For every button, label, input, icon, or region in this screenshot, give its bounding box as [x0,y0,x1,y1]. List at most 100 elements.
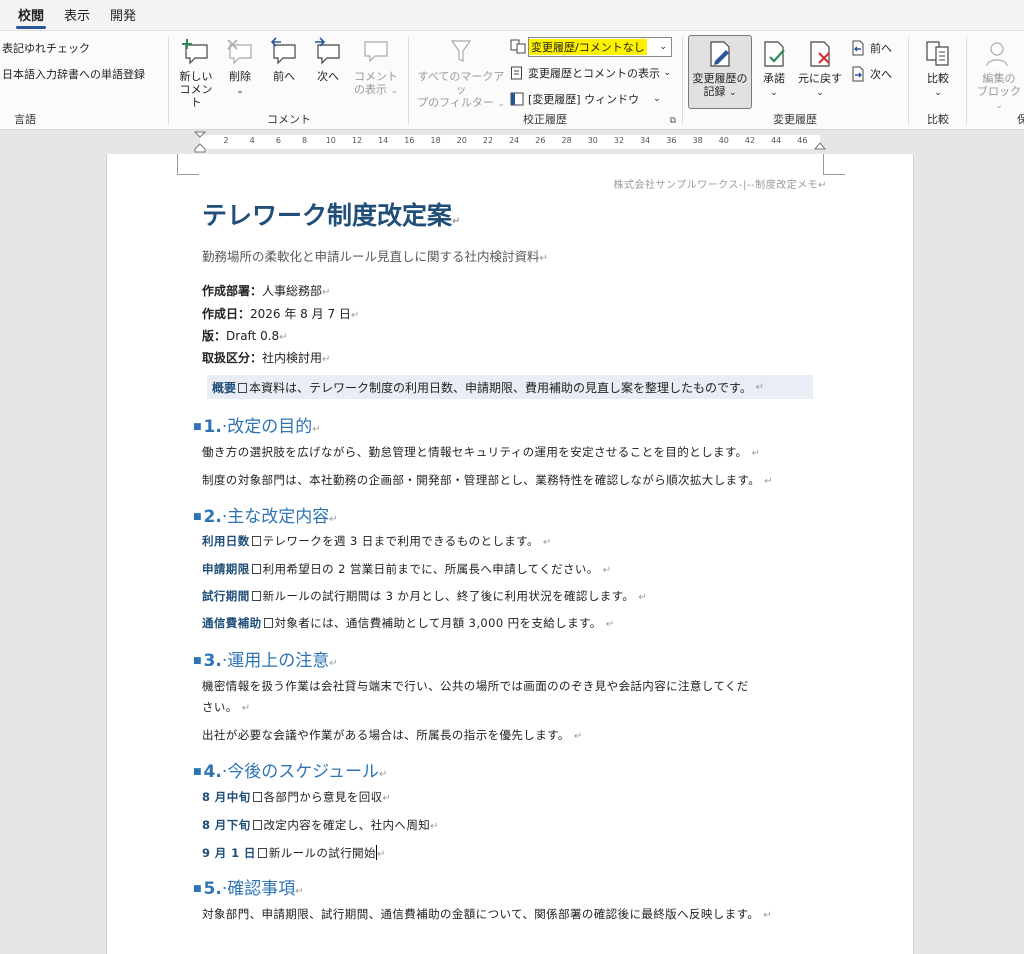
ime-dictionary-button[interactable]: 日本語入力辞書への単語登録 [2,66,145,82]
ruler-number: 26 [535,136,546,145]
group-changes: 変更履歴の 記録 ⌄ 承諾 ⌄ 元に戻す ⌄ 前へ 次へ 変更履歴 [684,31,906,131]
new-comment-button[interactable]: 新しい コメント [176,37,216,109]
group-separator [966,37,967,125]
next-change-button[interactable]: 次へ [850,66,892,82]
block-editing-button[interactable]: 編集の ブロック ⌄ [974,39,1024,113]
heading-number: 4. [203,762,222,782]
block-editing-label-1: 編集の [982,72,1016,85]
chevron-down-icon: ⌄ [236,86,244,96]
tab-review[interactable]: 校閲 [10,5,52,30]
group-label-compare: 比較 [927,113,949,126]
ruler-number: 12 [351,136,363,145]
delete-comment-button[interactable]: 削除 ⌄ [222,37,258,98]
prev-comment-icon [270,37,296,65]
header-note-text: 株式会社サンプルワークス-|--制度改定メモ [613,180,819,191]
item-text: 新ルールの試行期間は 3 か月とし、終了後に利用状況を確認します。 [262,589,635,603]
list-item: 利用日数 テレワークを週 3 日まで利用できるものとします。 ↵ [202,534,552,548]
group-comment: 新しい コメント 削除 ⌄ 前へ 次へ コメント の表示 ⌄ コメント [170,31,408,131]
accept-button[interactable]: 承諾 ⌄ [756,39,792,100]
chevron-down-icon: ⌄ [659,42,667,52]
item-text: 対象者には、通信費補助として月額 3,000 円を支給します。 [274,616,602,630]
indent-marker-icon[interactable] [194,131,206,153]
item-key: 試行期間 [202,589,250,603]
chevron-down-icon: ⌄ [934,88,942,98]
meta-value: 社内検討用 [262,351,323,365]
schedule-item: 8 月下旬 改定内容を確定し、社内へ周知↵ [202,818,439,832]
prev-comment-button[interactable]: 前へ [266,37,302,83]
track-changes-button[interactable]: 変更履歴の 記録 ⌄ [688,39,752,100]
ruler-number: 36 [666,136,677,145]
horizontal-ruler: 2 4 6 8 10 12 14 16 18 20 22 24 26 28 30 32 34 36 38 40 42 44… [0,131,1024,153]
tab-mark [251,591,261,601]
document-page[interactable]: 株式会社サンプルワークス-|--制度改定メモ↵ テレワーク制度改定案↵ 勤務場所… [106,154,914,954]
ruler-number: 42 [744,136,756,145]
tab-mark [252,792,262,802]
reviewing-pane-button[interactable]: [変更履歴] ウィンドウ ⌄ [510,91,661,107]
meta-line: 取扱区分：社内検討用↵ [202,351,331,365]
show-comments-icon [364,41,388,63]
tab-view[interactable]: 表示 [56,5,98,30]
ruler-number: 20 [456,136,467,145]
crop-mark [823,154,824,174]
dialog-launcher-icon[interactable]: ⧉ [670,116,676,126]
group-tracking: すべてのマークアッ プのフィルター ⌄ 変更履歴/コメントなし ⌄ 変更履歴とコ… [410,31,680,131]
chevron-down-icon: ⌄ [497,99,505,109]
ruler-number: 38 [692,136,703,145]
user-block-icon [986,42,1008,67]
group-compare: 比較 ⌄ 比較 [910,31,966,131]
new-comment-label-2: コメント [179,83,213,109]
meta-key: 取扱区分： [202,351,263,365]
item-text: 新ルールの試行開始 [268,846,376,860]
tab-mark [238,382,248,393]
markup-filter-button[interactable]: すべてのマークアッ プのフィルター ⌄ [416,37,506,111]
markup-view-value: 変更履歴/コメントなし [529,39,647,55]
right-indent-marker-icon[interactable] [814,141,826,151]
ruler-number: 46 [797,136,808,145]
next-comment-icon [315,37,340,65]
heading-4: ■ 4.·今後のスケジュール↵ [193,762,388,782]
meta-key: 作成部署： [202,284,263,298]
ruler-number: 2 [223,136,229,145]
paragraph-text: 機密情報を扱う作業は会社貸与端末で行い、公共の場所では画面ののぞき見や会話内容に… [202,679,749,693]
meta-value: 人事総務部 [262,284,323,298]
ruler-number: 10 [325,136,336,145]
prev-comment-label: 前へ [273,70,295,83]
show-markup-label: 変更履歴とコメントの表示 [528,67,660,80]
delete-comment-icon [227,39,252,65]
tab-developer[interactable]: 開発 [102,5,144,30]
track-changes-label-2: 記録 [703,85,726,98]
doc-subtitle: 勤務場所の柔軟化と申請ルール見直しに関する社内検討資料↵ [202,249,548,264]
ruler-number: 34 [640,136,651,145]
new-comment-icon [182,39,208,65]
doc-subtitle-text: 勤務場所の柔軟化と申請ルール見直しに関する社内検討資料 [202,249,540,264]
tab-mark [252,820,262,830]
filter-icon [450,40,472,62]
reject-button[interactable]: 元に戻す ⌄ [796,39,844,100]
display-for-review-icon [510,39,526,54]
ruler-number: 22 [482,136,494,145]
paragraph: 出社が必要な会議や作業がある場合は、所属長の指示を優先します。 ↵ [202,728,583,742]
reject-label: 元に戻す [798,72,842,85]
compare-button[interactable]: 比較 ⌄ [918,39,958,100]
item-key: 9 月 1 日 [202,846,256,860]
heading-5: ■ 5.·確認事項↵ [193,879,304,899]
meta-line: 作成部署：人事総務部↵ [202,284,331,298]
track-changes-label-1: 変更履歴の [692,72,748,85]
next-change-label: 次へ [870,68,892,81]
crop-mark [823,174,845,175]
crop-mark [177,174,199,175]
next-change-icon [852,66,864,82]
show-markup-button[interactable]: 変更履歴とコメントの表示 ⌄ [510,65,671,81]
heading-text: 運用上の注意 [227,651,330,671]
ruler-number: 24 [509,136,520,145]
item-text: テレワークを週 3 日まで利用できるものとします。 [262,534,539,548]
tab-mark [251,536,261,546]
prev-change-button[interactable]: 前へ [850,40,892,56]
notation-check-button[interactable]: 表記ゆれチェック [2,40,90,56]
markup-view-select[interactable]: 変更履歴/コメントなし ⌄ [528,37,672,57]
next-comment-button[interactable]: 次へ [310,37,346,83]
heading-3: ■ 3.·運用上の注意↵ [193,651,338,671]
meta-line: 作成日：2026 年 8 月 7 日↵ [202,307,360,321]
show-comments-button[interactable]: コメント の表示 ⌄ [350,37,402,98]
item-key: 8 月中旬 [202,790,251,804]
